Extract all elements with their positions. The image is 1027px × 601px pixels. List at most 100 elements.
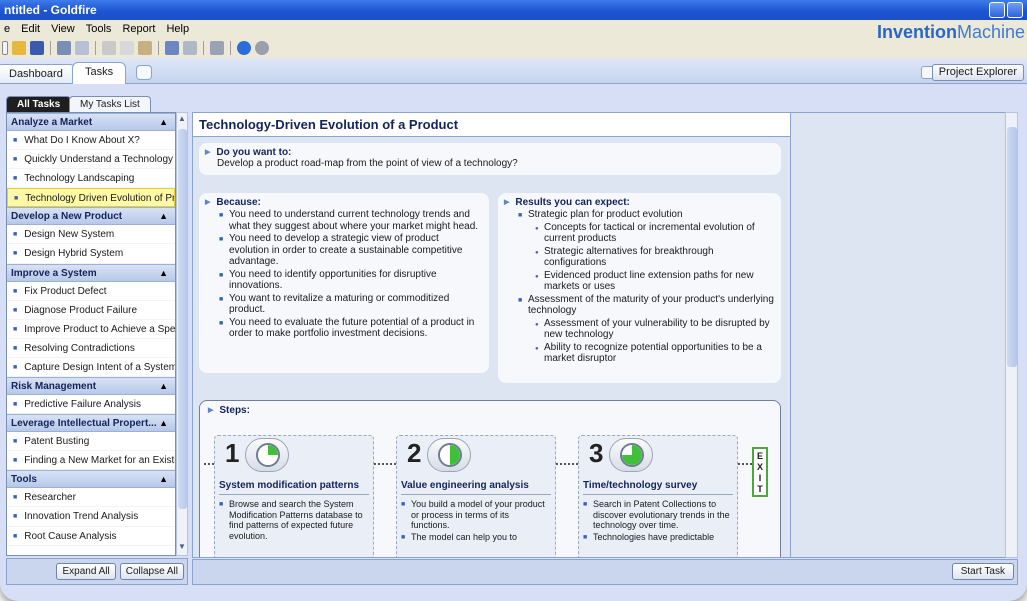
list-item: Assessment of the maturity of your produ… <box>516 294 776 365</box>
collapse-arrow-icon[interactable]: ▲ <box>159 211 168 221</box>
list-item[interactable]: Root Cause Analysis <box>7 527 175 546</box>
maximize-button[interactable] <box>1007 2 1023 18</box>
app-window: ntitled - Goldfire e Edit View Tools Rep… <box>0 0 1027 601</box>
list-item[interactable]: Improve Product to Achieve a Spe... <box>7 320 175 339</box>
menu-view[interactable]: View <box>51 23 75 38</box>
progress-clock-icon <box>245 438 289 472</box>
list-item[interactable]: Design Hybrid System <box>7 244 175 264</box>
list-item-selected[interactable]: Technology Driven Evolution of Pr... <box>7 188 175 208</box>
list-item: Concepts for tactical or incremental evo… <box>532 222 776 245</box>
new-icon[interactable] <box>2 41 8 55</box>
section-develop-a-new-product[interactable]: Develop a New Product ▲ <box>7 207 175 226</box>
step-title: Time/technology survey <box>583 480 733 495</box>
title-bar: ntitled - Goldfire <box>0 0 1027 20</box>
tab-my-tasks-list[interactable]: My Tasks List <box>69 96 151 112</box>
help-icon[interactable] <box>237 41 251 55</box>
list-item[interactable]: Diagnose Product Failure <box>7 301 175 320</box>
collapse-arrow-icon[interactable]: ▲ <box>159 474 168 484</box>
progress-clock-icon <box>609 438 653 472</box>
open-folder-icon[interactable] <box>12 41 26 55</box>
spell-check-icon[interactable] <box>183 41 197 55</box>
menu-file[interactable]: e <box>4 23 10 38</box>
list-item[interactable]: Finding a New Market for an Existi... <box>7 451 175 471</box>
task-list: Analyze a Market▲ What Do I Know About X… <box>6 112 176 556</box>
list-item: You need to identify opportunities for d… <box>217 269 479 292</box>
report-icon[interactable] <box>210 41 224 55</box>
tab-dashboard[interactable]: Dashboard <box>0 64 76 83</box>
step-2[interactable]: 2 Value engineering analysis You build a… <box>396 435 556 557</box>
menu-tools[interactable]: Tools <box>86 23 112 38</box>
page-title: Technology-Driven Evolution of a Product <box>193 113 790 137</box>
print-preview-icon[interactable] <box>165 41 179 55</box>
new-tab-button[interactable] <box>136 65 152 80</box>
menu-edit[interactable]: Edit <box>21 23 40 38</box>
step-3[interactable]: 3 Time/technology survey Search in Paten… <box>578 435 738 557</box>
step-number: 1 <box>225 438 240 468</box>
window-controls <box>989 2 1023 18</box>
scroll-thumb[interactable] <box>1007 127 1017 367</box>
project-explorer-button[interactable]: Project Explorer <box>931 64 1024 81</box>
section-risk-management[interactable]: Risk Management ▲ <box>7 377 175 396</box>
task-detail-pane: Technology-Driven Evolution of a Product… <box>192 112 791 558</box>
undo-icon[interactable] <box>57 41 71 55</box>
list-item: You want to revitalize a maturing or com… <box>217 293 479 316</box>
collapse-arrow-icon[interactable]: ▲ <box>159 268 168 278</box>
list-item: You need to develop a strategic view of … <box>217 233 479 268</box>
collapse-arrow-icon[interactable]: ▲ <box>159 381 168 391</box>
copy-icon[interactable] <box>120 41 134 55</box>
list-item[interactable]: What Do I Know About X? <box>7 131 175 151</box>
save-icon[interactable] <box>30 41 44 55</box>
list-item: You need to understand current technolog… <box>217 209 479 232</box>
main-tab-bar: Dashboard Tasks Project Explorer <box>0 58 1027 84</box>
list-item[interactable]: Quickly Understand a Technology <box>7 150 175 170</box>
redo-icon[interactable] <box>75 41 89 55</box>
list-item[interactable]: Fix Product Defect <box>7 282 175 301</box>
scroll-down-icon[interactable]: ▼ <box>177 542 187 554</box>
step-title: System modification patterns <box>219 480 369 495</box>
results-heading: Results you can expect: <box>504 197 775 208</box>
cut-icon[interactable] <box>102 41 116 55</box>
section-tools[interactable]: Tools ▲ <box>7 470 175 489</box>
section-analyze-a-market[interactable]: Analyze a Market ▲ <box>7 113 175 131</box>
menu-help[interactable]: Help <box>166 23 189 38</box>
tab-tasks[interactable]: Tasks <box>72 62 127 84</box>
step-title: Value engineering analysis <box>401 480 551 495</box>
list-item[interactable]: Technology Landscaping <box>7 169 175 189</box>
list-item[interactable]: Design New System <box>7 225 175 245</box>
list-item: Evidenced product line extension paths f… <box>532 270 776 293</box>
content-scrollbar[interactable] <box>1005 112 1018 558</box>
collapse-all-button[interactable]: Collapse All <box>119 563 184 580</box>
scroll-thumb[interactable] <box>178 129 187 509</box>
info-icon[interactable] <box>255 41 269 55</box>
list-item: Search in Patent Collections to discover… <box>581 499 731 531</box>
section-leverage-intellectual-property[interactable]: Leverage Intellectual Propert... ▲ <box>7 414 175 433</box>
list-item: Assessment of your vulnerability to be d… <box>532 318 776 341</box>
task-panel: All Tasks My Tasks List Analyze a Market… <box>6 92 188 585</box>
tab-all-tasks[interactable]: All Tasks <box>6 96 72 112</box>
scroll-up-icon[interactable]: ▲ <box>177 114 187 126</box>
expand-all-button[interactable]: Expand All <box>56 563 116 580</box>
minimize-button[interactable] <box>989 2 1005 18</box>
want-heading: Do you want to: <box>205 147 775 158</box>
task-list-scrollbar[interactable]: ▲ ▼ <box>176 112 188 556</box>
step-1[interactable]: 1 System modification patterns Browse an… <box>214 435 374 557</box>
menu-bar: e Edit View Tools Report Help <box>0 20 1027 38</box>
list-item[interactable]: Resolving Contradictions <box>7 339 175 358</box>
list-item[interactable]: Predictive Failure Analysis <box>7 395 175 415</box>
collapse-arrow-icon[interactable]: ▲ <box>159 117 168 127</box>
toolbar <box>0 38 860 58</box>
want-text: Develop a product road-map from the poin… <box>217 158 518 169</box>
list-item[interactable]: Innovation Trend Analysis <box>7 507 175 527</box>
start-task-button[interactable]: Start Task <box>951 563 1014 580</box>
exit-button[interactable]: E X I T <box>752 447 768 497</box>
because-card: Because: You need to understand current … <box>199 193 489 373</box>
window-title: ntitled - Goldfire <box>4 3 97 17</box>
section-improve-a-system[interactable]: Improve a System ▲ <box>7 263 175 282</box>
list-item[interactable]: Researcher <box>7 488 175 508</box>
collapse-arrow-icon[interactable]: ▲ <box>159 418 168 428</box>
action-bar: Start Task <box>192 559 1018 585</box>
list-item[interactable]: Capture Design Intent of a System <box>7 358 175 378</box>
paste-icon[interactable] <box>138 41 152 55</box>
list-item[interactable]: Patent Busting <box>7 432 175 452</box>
menu-report[interactable]: Report <box>122 23 155 38</box>
